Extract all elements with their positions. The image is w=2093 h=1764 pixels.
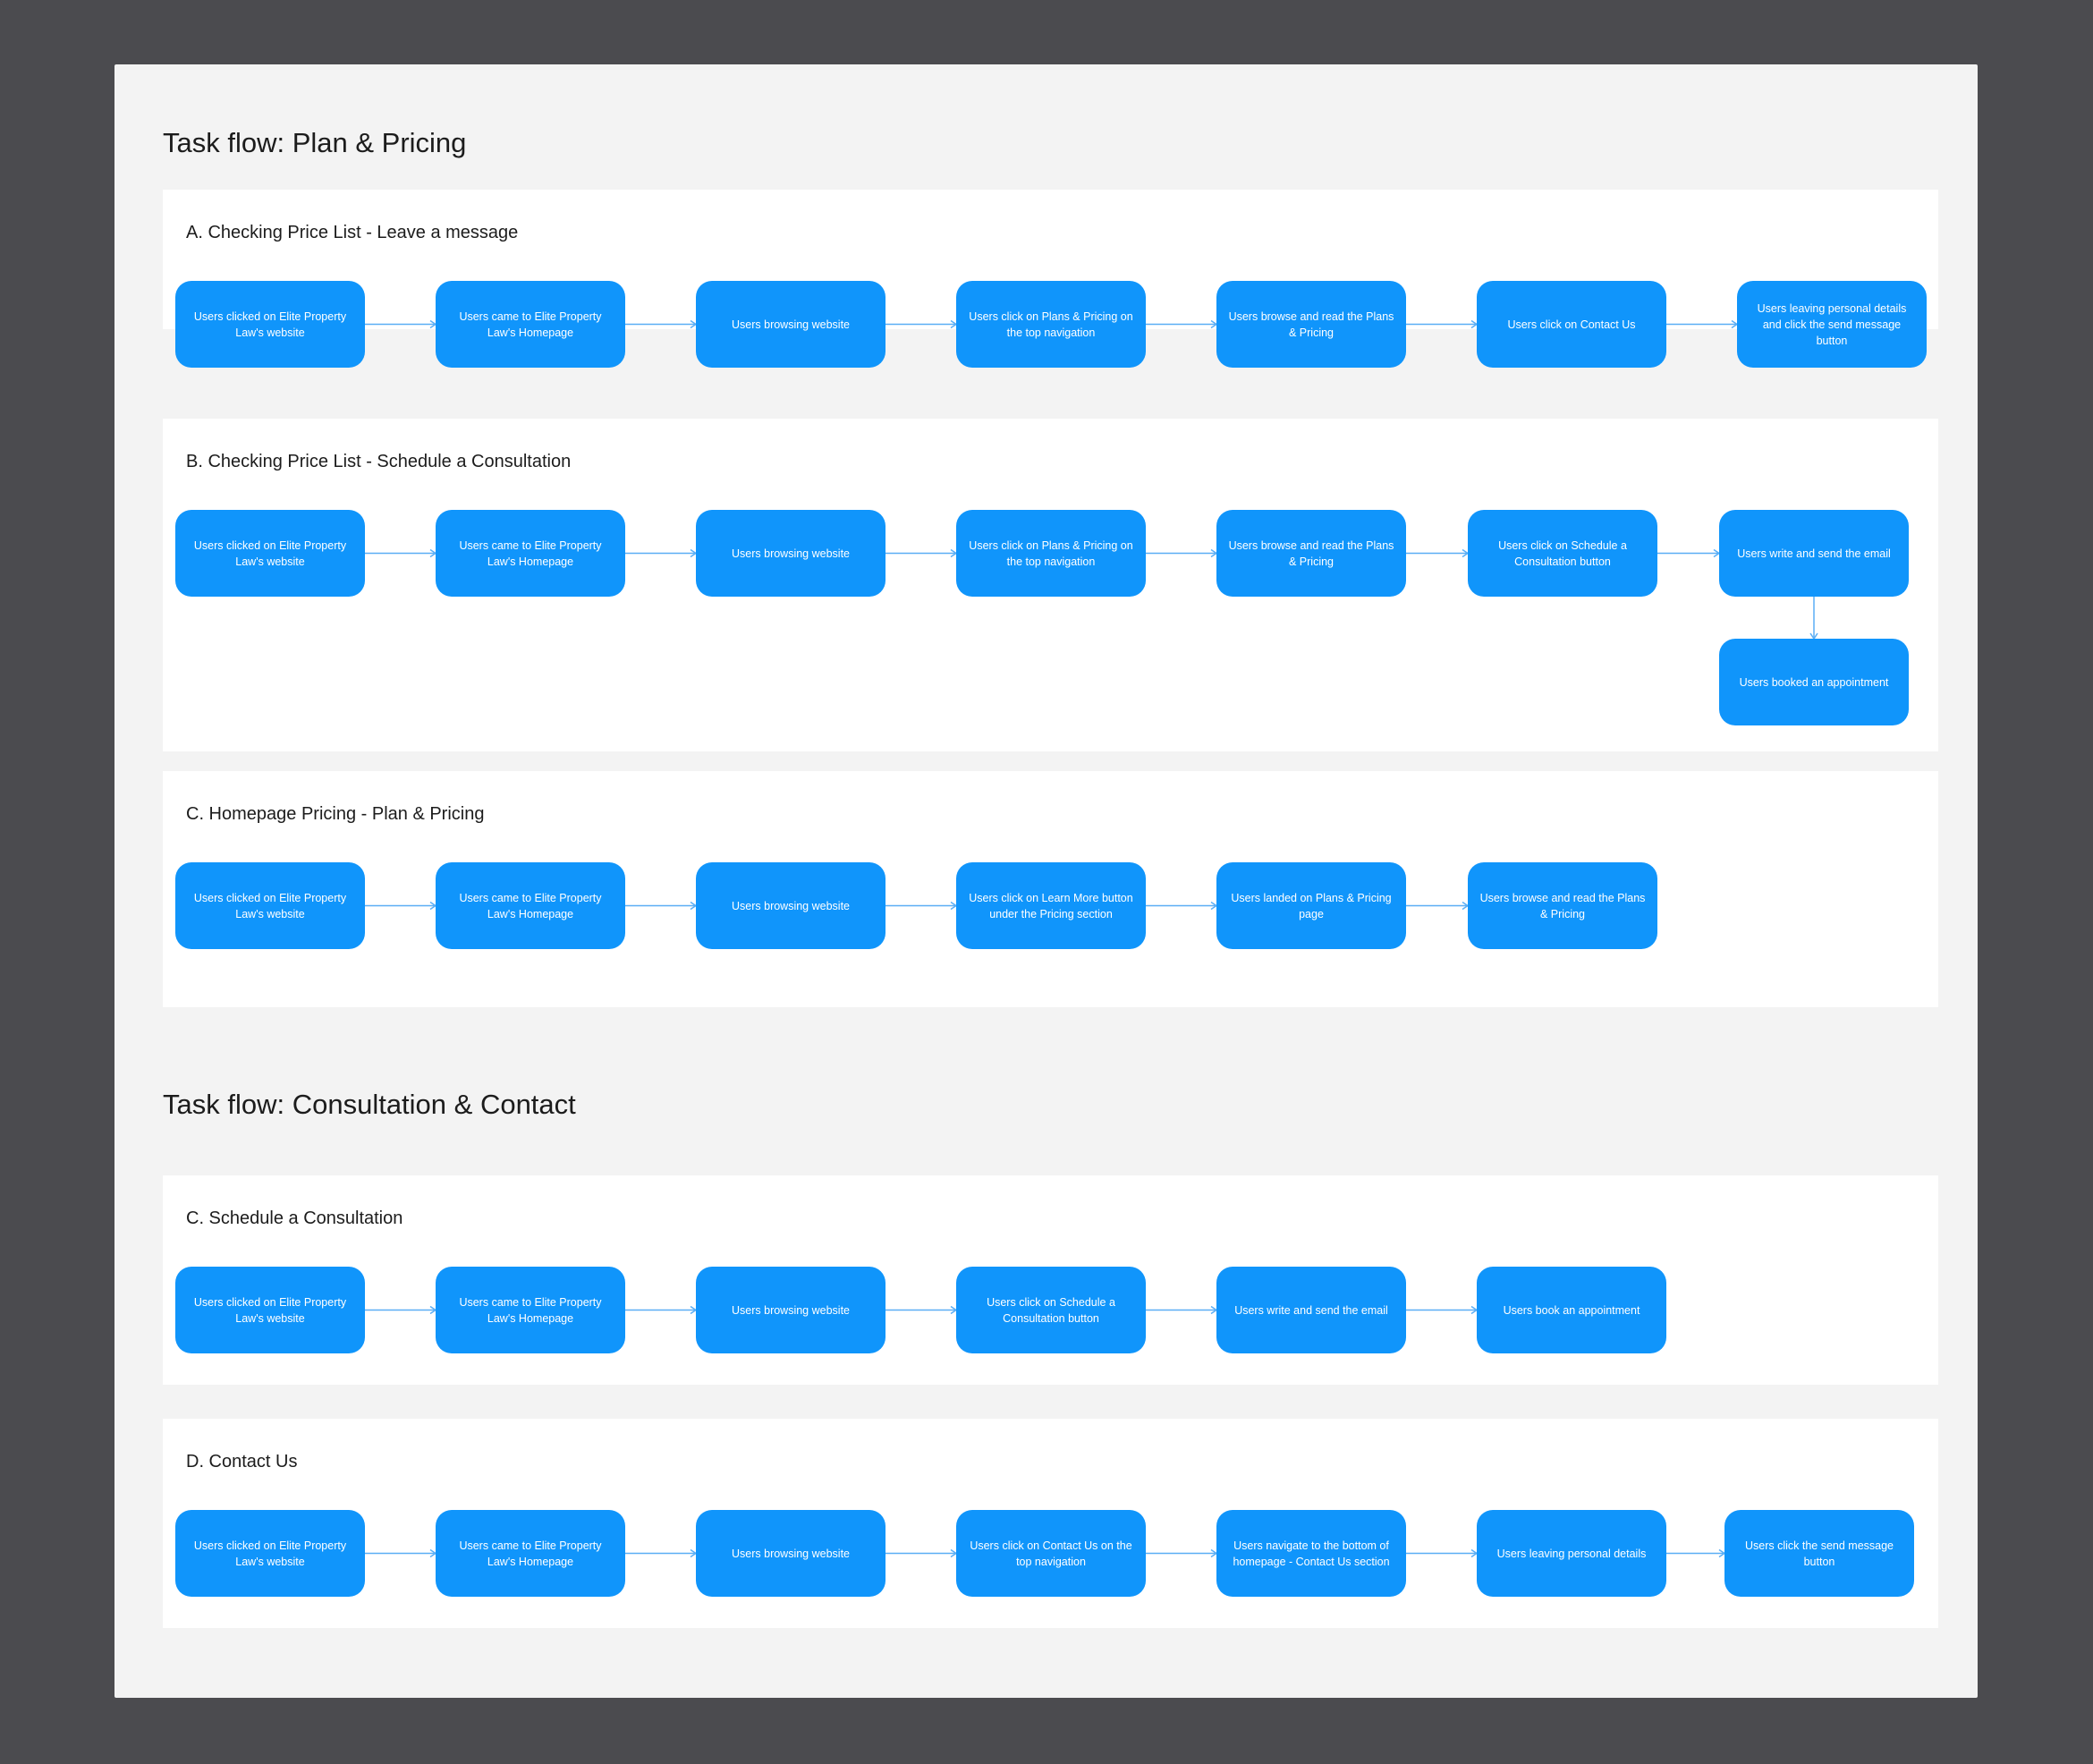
flow-step-node: Users leaving personal details and click… [1737, 281, 1927, 368]
flow-arrow [1406, 319, 1479, 329]
flow-step-node: Users came to Elite Property Law's Homep… [436, 281, 625, 368]
flow-step-node: Users leaving personal details [1477, 1510, 1666, 1597]
flow-step-node: Users navigate to the bottom of homepage… [1216, 1510, 1406, 1597]
flow-arrow [1146, 319, 1218, 329]
flow-arrow [365, 1548, 437, 1558]
flow-step-node: Users landed on Plans & Pricing page [1216, 862, 1406, 949]
flow-step-node: Users write and send the email [1216, 1267, 1406, 1353]
flow-arrow [365, 319, 437, 329]
flow-step-node: Users click on Schedule a Consultation b… [956, 1267, 1146, 1353]
flow-arrow [1406, 548, 1470, 558]
flow-arrow [365, 1305, 437, 1315]
flow-step-node: Users clicked on Elite Property Law's we… [175, 862, 365, 949]
flow-arrow [1657, 548, 1721, 558]
flow-arrow [1406, 1305, 1479, 1315]
flow-arrow [625, 548, 698, 558]
flow-step-node: Users came to Elite Property Law's Homep… [436, 510, 625, 597]
flow-arrow [365, 548, 437, 558]
flow-step-node: Users clicked on Elite Property Law's we… [175, 1267, 365, 1353]
flow-step-node: Users click on Plans & Pricing on the to… [956, 510, 1146, 597]
flow-panel-b-schedule-consultation: B. Checking Price List - Schedule a Cons… [163, 419, 1938, 751]
flow-step-node: Users clicked on Elite Property Law's we… [175, 281, 365, 368]
flow-step-node: Users clicked on Elite Property Law's we… [175, 510, 365, 597]
flow-title: C. Homepage Pricing - Plan & Pricing [186, 804, 485, 824]
flow-arrow [1666, 1548, 1726, 1558]
flow-title: C. Schedule a Consultation [186, 1209, 403, 1228]
flow-step-node: Users came to Elite Property Law's Homep… [436, 1267, 625, 1353]
flow-arrow [625, 1305, 698, 1315]
task-flow-board: Task flow: Plan & Pricing A. Checking Pr… [114, 64, 1978, 1698]
flow-arrow [886, 1548, 958, 1558]
flow-arrow [1406, 1548, 1479, 1558]
flow-step-node: Users write and send the email [1719, 510, 1909, 597]
flow-step-node: Users clicked on Elite Property Law's we… [175, 1510, 365, 1597]
flow-title: B. Checking Price List - Schedule a Cons… [186, 452, 572, 471]
flow-panel-d-contact-us: D. Contact Us Users clicked on Elite Pro… [163, 1419, 1938, 1628]
flow-arrow [1406, 901, 1470, 911]
flow-step-node: Users browsing website [696, 510, 886, 597]
flow-arrow [625, 901, 698, 911]
flow-step-node: Users came to Elite Property Law's Homep… [436, 1510, 625, 1597]
flow-arrow [1146, 548, 1218, 558]
flow-step-node: Users came to Elite Property Law's Homep… [436, 862, 625, 949]
flow-step-node: Users click on Contact Us [1477, 281, 1666, 368]
flow-arrow [886, 319, 958, 329]
flow-step-node: Users click the send message button [1724, 1510, 1914, 1597]
flow-panel-c-schedule-consultation: C. Schedule a Consultation Users clicked… [163, 1175, 1938, 1385]
flow-arrow [1809, 597, 1818, 640]
flow-step-node: Users browsing website [696, 862, 886, 949]
flow-step-node: Users browse and read the Plans & Pricin… [1216, 510, 1406, 597]
flow-panel-c-homepage-pricing: C. Homepage Pricing - Plan & Pricing Use… [163, 771, 1938, 1007]
flow-arrow [886, 1305, 958, 1315]
flow-step-node: Users click on Contact Us on the top nav… [956, 1510, 1146, 1597]
section-heading-consultation-contact: Task flow: Consultation & Contact [163, 1089, 576, 1120]
flow-title: A. Checking Price List - Leave a message [186, 223, 519, 242]
flow-arrow [1666, 319, 1739, 329]
flow-step-node: Users click on Learn More button under t… [956, 862, 1146, 949]
flow-step-node: Users click on Plans & Pricing on the to… [956, 281, 1146, 368]
flow-panel-a-leave-message: A. Checking Price List - Leave a message… [163, 190, 1938, 368]
flow-arrow [886, 548, 958, 558]
flow-arrow [1146, 1305, 1218, 1315]
flow-step-node: Users browsing website [696, 281, 886, 368]
flow-step-node: Users booked an appointment [1719, 639, 1909, 725]
flow-step-node: Users browsing website [696, 1267, 886, 1353]
flow-arrow [886, 901, 958, 911]
flow-step-node: Users browse and read the Plans & Pricin… [1216, 281, 1406, 368]
flow-step-node: Users browsing website [696, 1510, 886, 1597]
flow-arrow [625, 1548, 698, 1558]
flow-arrow [365, 901, 437, 911]
flow-step-node: Users browse and read the Plans & Pricin… [1468, 862, 1657, 949]
flow-title: D. Contact Us [186, 1452, 298, 1471]
flow-step-node: Users click on Schedule a Consultation b… [1468, 510, 1657, 597]
flow-arrow [625, 319, 698, 329]
flow-step-node: Users book an appointment [1477, 1267, 1666, 1353]
section-heading-plan-pricing: Task flow: Plan & Pricing [163, 127, 467, 158]
flow-arrow [1146, 1548, 1218, 1558]
flow-arrow [1146, 901, 1218, 911]
